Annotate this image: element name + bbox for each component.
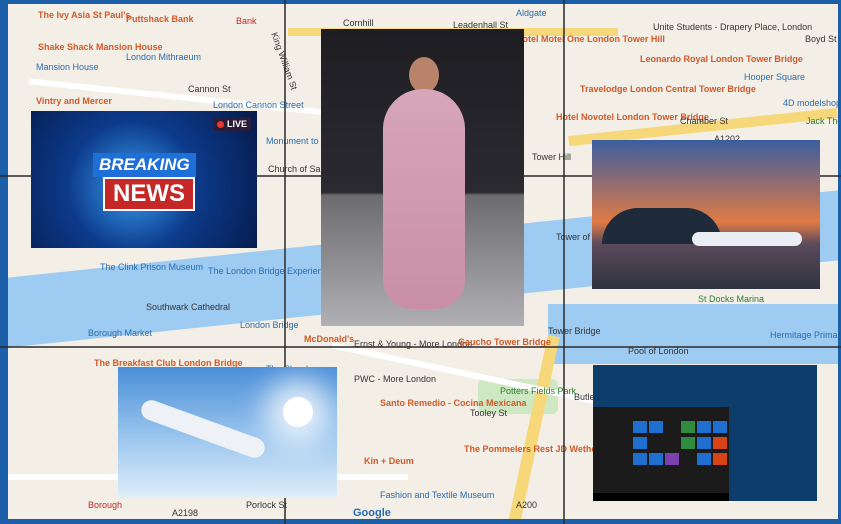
start-menu[interactable]: [593, 407, 729, 501]
map-label[interactable]: Mansion House: [36, 62, 99, 72]
live-badge: LIVE: [212, 117, 251, 131]
map-label: A200: [516, 500, 538, 510]
start-tile[interactable]: [697, 437, 711, 449]
map-label: Cornhill: [343, 18, 374, 28]
model-image: [409, 57, 439, 93]
map-label: Boyd St: [805, 34, 837, 44]
map-label[interactable]: London Cannon Street: [213, 100, 304, 110]
map-label[interactable]: 4D modelshop: [783, 98, 838, 108]
map-label[interactable]: Vintry and Mercer: [36, 96, 112, 106]
model-dress-image: [383, 89, 465, 309]
map-label: Tooley St: [470, 408, 508, 418]
start-tile[interactable]: [633, 421, 647, 433]
breaking-news-window[interactable]: LIVE BREAKING NEWS: [31, 111, 257, 248]
road-a200: [508, 334, 560, 519]
start-tile[interactable]: [713, 437, 727, 449]
sun-image: [283, 397, 313, 427]
windows-desktop-window[interactable]: [593, 365, 817, 501]
map-label: Cannon St: [188, 84, 231, 94]
map-label[interactable]: Shake Shack Mansion House: [38, 42, 163, 52]
map-label: Chamber St: [680, 116, 729, 126]
breaking-text: BREAKING: [93, 153, 196, 177]
start-tile[interactable]: [649, 421, 663, 433]
live-dot-icon: [216, 121, 224, 129]
map-label: Tower Hill: [532, 152, 572, 162]
start-tile[interactable]: [649, 453, 663, 465]
map-label: A2198: [172, 508, 199, 518]
map-label: Porlock St: [246, 500, 288, 510]
taskbar[interactable]: [593, 493, 729, 501]
google-logo: Google: [353, 507, 391, 519]
map-label[interactable]: Hotel Motel One London Tower Hill: [516, 34, 665, 44]
map-label[interactable]: McDonald's: [304, 334, 354, 344]
map-label[interactable]: Travelodge London Central Tower Bridge: [580, 84, 756, 94]
map-label[interactable]: Hooper Square: [744, 72, 805, 82]
airplane-image: [138, 397, 268, 461]
airport-window[interactable]: [592, 140, 820, 289]
map-label[interactable]: Jack The Ripper: [806, 116, 838, 126]
map-label[interactable]: Hermitage Primary School: [770, 330, 838, 340]
map-label: London Bridge: [240, 320, 299, 330]
start-tile[interactable]: [681, 421, 695, 433]
map-label[interactable]: Fashion and Textile Museum: [380, 490, 494, 500]
map-label[interactable]: Aldgate: [516, 8, 547, 18]
start-tile[interactable]: [697, 421, 711, 433]
map-label: Unite Students - Drapery Place, London: [653, 22, 813, 32]
news-text: NEWS: [103, 177, 195, 211]
map-label[interactable]: Borough Market: [88, 328, 152, 338]
map-label[interactable]: Puttshack Bank: [126, 14, 194, 24]
map-label[interactable]: Borough: [88, 500, 122, 510]
map-label[interactable]: Kin + Deum: [364, 456, 414, 466]
runway-fashion-window[interactable]: [321, 29, 524, 326]
bezel-divider: [563, 0, 565, 524]
airplane-image: [692, 232, 802, 246]
map-label[interactable]: The Clink Prison Museum: [100, 262, 203, 272]
bezel-divider: [0, 346, 841, 348]
start-tile[interactable]: [665, 453, 679, 465]
start-tile[interactable]: [681, 437, 695, 449]
map-label[interactable]: The Ivy Asia St Paul's: [38, 10, 130, 20]
map-label: Southwark Cathedral: [146, 302, 231, 312]
map-label: Tower Bridge: [548, 326, 601, 336]
start-tile[interactable]: [713, 421, 727, 433]
start-tile[interactable]: [713, 453, 727, 465]
map-label[interactable]: London Mithraeum: [126, 52, 201, 62]
map-label[interactable]: Leonardo Royal London Tower Bridge: [640, 54, 803, 64]
video-wall: The Ivy Asia St Paul's Puttshack Bank Ba…: [0, 0, 841, 524]
start-tile[interactable]: [633, 437, 647, 449]
start-tile[interactable]: [633, 453, 647, 465]
airplane-sky-window[interactable]: [118, 367, 337, 498]
map-label[interactable]: Bank: [236, 16, 257, 26]
map-label[interactable]: Santo Remedio - Cocina Mexicana: [380, 398, 527, 408]
map-label: PWC - More London: [354, 374, 437, 384]
map-label[interactable]: St Docks Marina: [698, 294, 764, 304]
start-tile[interactable]: [697, 453, 711, 465]
